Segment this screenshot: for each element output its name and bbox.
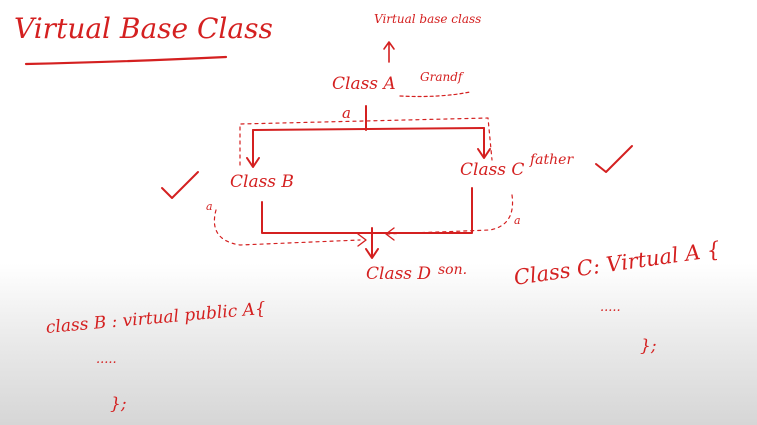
code-b-line3: };	[110, 394, 127, 414]
arrow-to-c	[477, 127, 491, 159]
code-b-line2: .....	[96, 352, 117, 367]
whiteboard: Virtual Base Class Virtual base class Cl…	[0, 0, 757, 425]
virtual-base-class-note: Virtual base class	[374, 12, 482, 26]
class-b-label: Class B	[230, 172, 294, 192]
arrow-to-b	[246, 129, 260, 168]
checkmark-right	[595, 145, 633, 173]
class-d-role: son.	[438, 262, 468, 278]
class-d-label: Class D	[366, 264, 432, 284]
class-c-role: father	[530, 152, 574, 168]
bottom-connector	[261, 187, 473, 234]
class-a-role: Grandf	[420, 70, 463, 84]
page-title: Virtual Base Class	[14, 12, 273, 45]
note-arrow	[383, 41, 395, 63]
member-a-left-mark: a	[206, 200, 213, 213]
dashed-right-path	[385, 194, 514, 235]
code-c-line2: .....	[600, 300, 621, 315]
code-c-line3: };	[640, 336, 657, 356]
title-underline	[24, 55, 228, 66]
checkmark-left	[161, 171, 199, 199]
class-c-label: Class C	[460, 160, 525, 180]
dashed-left-path	[213, 209, 361, 246]
member-a-label: a	[342, 104, 351, 122]
top-connector	[252, 127, 485, 131]
class-a-label: Class A	[332, 74, 396, 94]
class-a-underline	[399, 91, 471, 98]
member-a-right-mark: a	[514, 214, 521, 227]
